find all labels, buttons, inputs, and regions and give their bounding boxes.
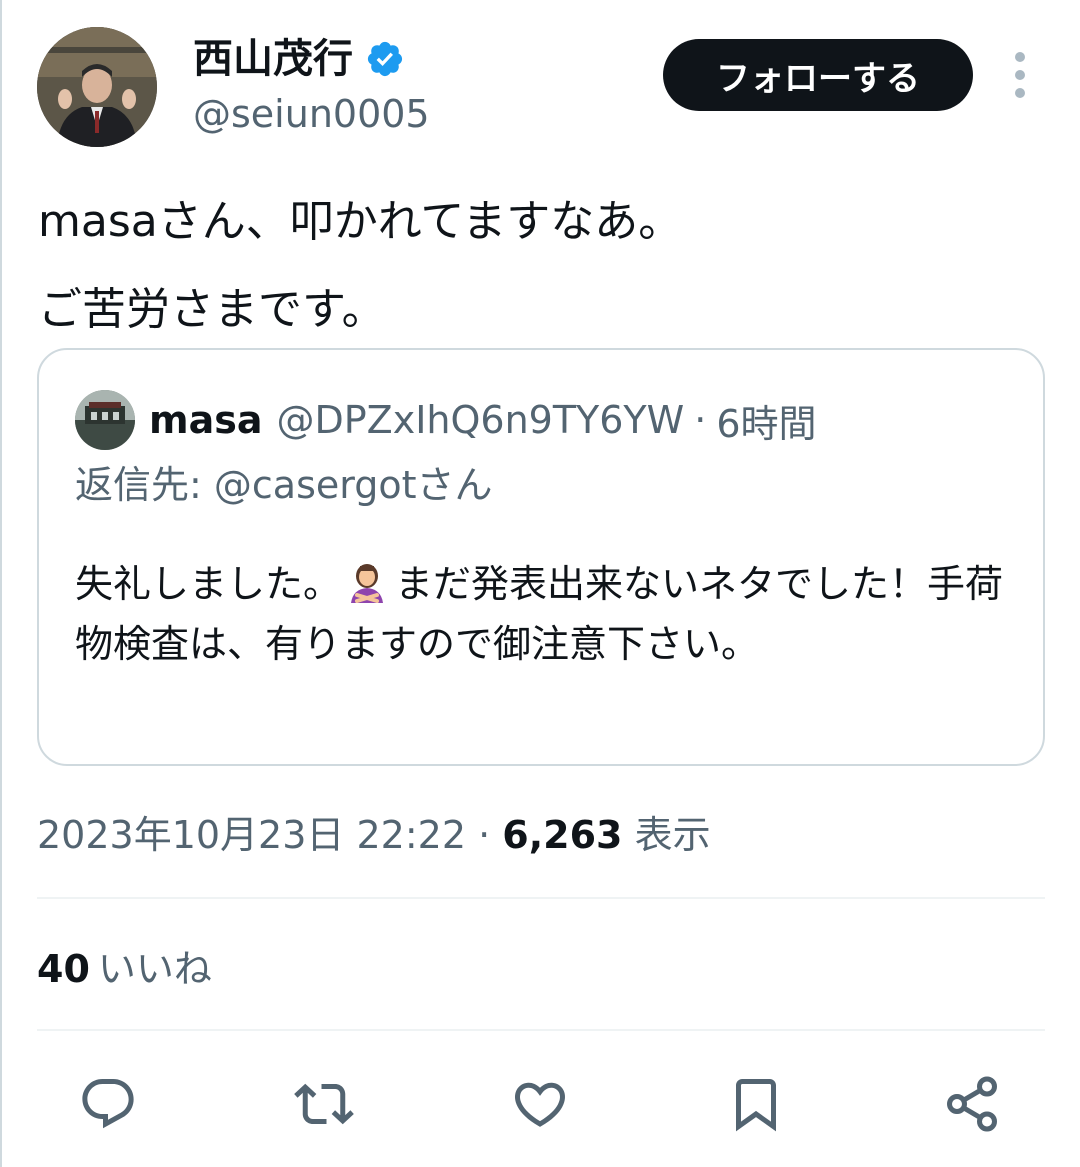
tweet-text: masaさん、叩かれてますなあ。 ご苦労さまです。	[38, 178, 682, 354]
meta-separator: ·	[478, 813, 491, 857]
divider-bottom	[37, 1029, 1045, 1031]
views-count: 6,263	[502, 813, 623, 857]
bookmark-icon	[736, 1079, 776, 1132]
likes-summary[interactable]: 40 いいね	[37, 942, 212, 996]
bookmark-button[interactable]	[724, 1072, 788, 1136]
author-handle[interactable]: @seiun0005	[193, 90, 430, 138]
divider-top	[37, 897, 1045, 899]
quoted-author-handle[interactable]: @DPZxIhQ6n9TY6YW	[277, 398, 685, 442]
views-label: 表示	[634, 813, 711, 857]
reply-button[interactable]	[76, 1072, 140, 1136]
author-display-name[interactable]: 西山茂行	[193, 33, 405, 85]
share-button[interactable]	[940, 1072, 1004, 1136]
quoted-tweet-card[interactable]: masa @DPZxIhQ6n9TY6YW · 6時間 返信先: @caserg…	[37, 348, 1045, 766]
retweet-button[interactable]	[292, 1072, 356, 1136]
quoted-text-part-1: 失礼しました。	[75, 562, 342, 606]
quoted-time: 6時間	[716, 401, 817, 446]
quoted-tweet-text: 失礼しました。 まだ発表出来ないネタでした！手荷物検査は、有りますので御注意下さ…	[75, 554, 1015, 674]
share-icon	[947, 1076, 997, 1132]
quoted-reply-to: 返信先: @casergotさん	[75, 458, 492, 512]
follow-button[interactable]: フォローする	[663, 39, 973, 111]
woman-gesturing-no-emoji	[351, 564, 384, 603]
quoted-separator: ·	[694, 398, 707, 442]
retweet-icon	[294, 1083, 354, 1125]
tweet-line-2: ご苦労さまです。	[38, 284, 386, 335]
more-options-icon[interactable]	[1003, 52, 1037, 98]
quoted-avatar-photo	[75, 390, 135, 450]
author-name-text: 西山茂行	[193, 36, 353, 82]
reply-prefix: 返信先:	[75, 463, 214, 507]
like-icon	[514, 1082, 566, 1127]
reply-icon	[82, 1079, 134, 1129]
like-button[interactable]	[508, 1072, 572, 1136]
left-edge-line	[0, 0, 2, 1167]
avatar-photo	[37, 27, 157, 147]
verified-badge-icon	[367, 41, 403, 77]
reply-to-handle[interactable]: @casergotさん	[214, 463, 493, 507]
quoted-tweet-header: masa @DPZxIhQ6n9TY6YW · 6時間	[149, 390, 817, 450]
quoted-author-name[interactable]: masa	[149, 398, 263, 442]
likes-label: いいね	[97, 947, 212, 991]
quoted-author-avatar	[75, 390, 135, 450]
tweet-timestamp[interactable]: 2023年10月23日 22:22	[37, 813, 466, 857]
tweet-line-1: masaさん、叩かれてますなあ。	[38, 196, 683, 247]
author-avatar[interactable]	[37, 27, 157, 147]
likes-count: 40	[37, 947, 90, 991]
tweet-meta: 2023年10月23日 22:22 · 6,263 表示	[37, 808, 711, 862]
